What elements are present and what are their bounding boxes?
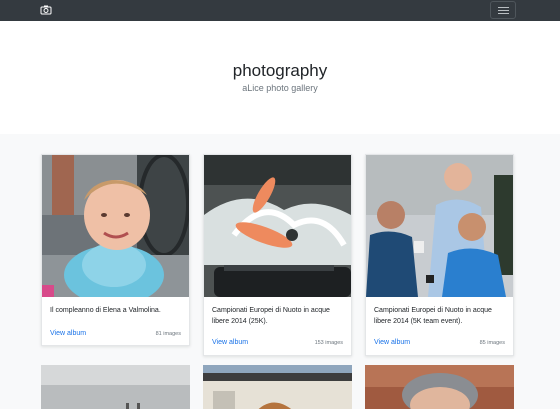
image-count: 85 images (479, 340, 505, 346)
album-card: Campionati Europei di Nuoto in acque lib… (203, 154, 352, 356)
album-title: Campionati Europei di Nuoto in acque lib… (374, 307, 492, 325)
album-card: Il compleanno di Elena a Valmolina. View… (41, 154, 190, 346)
view-album-link[interactable]: View album (212, 339, 248, 346)
page-title: photography (232, 61, 328, 80)
hero-section: photography aLice photo gallery (0, 21, 560, 134)
album-cover-image[interactable] (41, 365, 190, 409)
album-cover-image[interactable] (42, 155, 189, 297)
album-cover-image[interactable] (365, 365, 514, 409)
image-count: 153 images (314, 340, 343, 346)
album-cover-image[interactable] (204, 155, 351, 297)
album-title: Campionati Europei di Nuoto in acque lib… (212, 307, 330, 325)
album-card: Campionati Europei di Nuoto in acque lib… (365, 154, 514, 356)
page-subtitle: aLice photo gallery (242, 83, 318, 93)
image-count: 81 images (155, 331, 181, 337)
view-album-link[interactable]: View album (374, 339, 410, 346)
album-cover-image[interactable] (366, 155, 513, 297)
hamburger-menu-icon[interactable] (490, 1, 516, 19)
view-album-link[interactable]: View album (50, 330, 86, 337)
camera-icon[interactable] (40, 4, 52, 16)
album-cover-image[interactable] (203, 365, 352, 409)
navbar (0, 0, 560, 21)
album-title: Il compleanno di Elena a Valmolina. (50, 307, 161, 314)
